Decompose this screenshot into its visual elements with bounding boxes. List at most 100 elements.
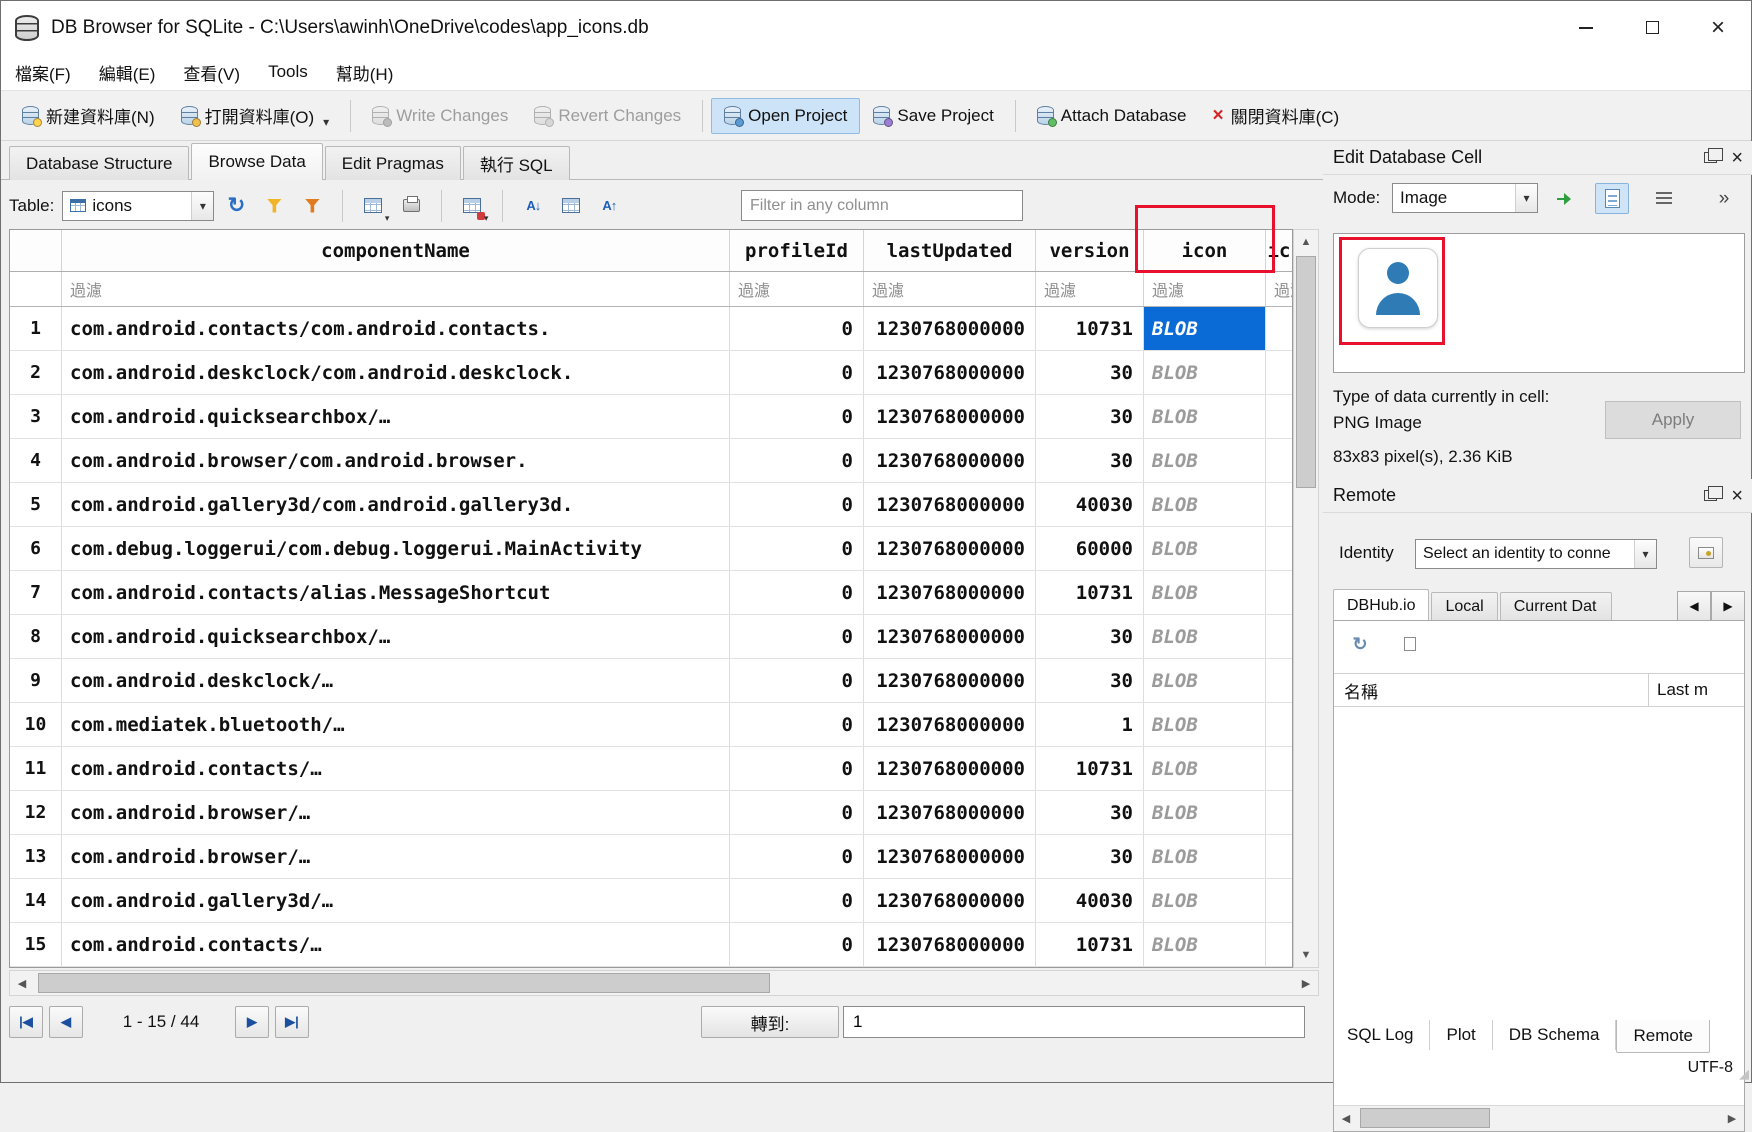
table-row[interactable]: 12com.android.browser/…0123076800000030B… bbox=[10, 791, 1292, 835]
cell-componentName[interactable]: com.debug.loggerui/com.debug.loggerui.Ma… bbox=[62, 527, 730, 570]
scroll-left-arrow[interactable]: ◀ bbox=[10, 971, 34, 995]
vertical-scrollbar-thumb[interactable] bbox=[1296, 256, 1316, 488]
cell-profileId[interactable]: 0 bbox=[730, 879, 864, 922]
filter-any-column-input[interactable] bbox=[741, 190, 1023, 221]
tab-plot[interactable]: Plot bbox=[1430, 1020, 1492, 1050]
cell-profileId[interactable]: 0 bbox=[730, 747, 864, 790]
cell-version[interactable]: 30 bbox=[1036, 395, 1144, 438]
float-panel-icon[interactable] bbox=[1704, 152, 1717, 163]
text-view-toggle-button[interactable] bbox=[1647, 183, 1681, 214]
tab-sql-log[interactable]: SQL Log bbox=[1331, 1020, 1430, 1050]
cell-version[interactable]: 10731 bbox=[1036, 307, 1144, 350]
table-row[interactable]: 11com.android.contacts/…0123076800000010… bbox=[10, 747, 1292, 791]
cell-icon[interactable]: BLOB bbox=[1144, 703, 1266, 746]
remote-clone-button[interactable] bbox=[1394, 629, 1426, 659]
row-number[interactable]: 10 bbox=[10, 703, 62, 746]
remote-scrollbar-thumb[interactable] bbox=[1360, 1108, 1490, 1128]
cell-componentName[interactable]: com.android.gallery3d/… bbox=[62, 879, 730, 922]
attach-database-button[interactable]: Attach Database bbox=[1024, 98, 1200, 134]
menu-edit[interactable]: 編輯(E) bbox=[85, 54, 170, 91]
cell-lastUpdated[interactable]: 1230768000000 bbox=[864, 615, 1036, 658]
sort-descending-button[interactable]: A↑ bbox=[593, 191, 625, 221]
cell-partial[interactable] bbox=[1266, 483, 1292, 526]
menu-tools[interactable]: Tools bbox=[254, 56, 322, 88]
cell-icon[interactable]: BLOB bbox=[1144, 527, 1266, 570]
tab-scroll-left-button[interactable]: ◀ bbox=[1677, 591, 1711, 621]
table-row[interactable]: 7com.android.contacts/alias.MessageShort… bbox=[10, 571, 1292, 615]
cell-profileId[interactable]: 0 bbox=[730, 835, 864, 878]
remote-column-last-modified[interactable]: Last m bbox=[1648, 674, 1744, 706]
row-number[interactable]: 1 bbox=[10, 307, 62, 350]
cell-version[interactable]: 40030 bbox=[1036, 483, 1144, 526]
table-row[interactable]: 4com.android.browser/com.android.browser… bbox=[10, 439, 1292, 483]
cell-icon[interactable]: BLOB bbox=[1144, 395, 1266, 438]
cell-componentName[interactable]: com.android.contacts/alias.MessageShortc… bbox=[62, 571, 730, 614]
cell-lastUpdated[interactable]: 1230768000000 bbox=[864, 791, 1036, 834]
minimize-button[interactable] bbox=[1553, 1, 1619, 54]
import-data-button[interactable] bbox=[1547, 183, 1581, 214]
cell-partial[interactable] bbox=[1266, 307, 1292, 350]
last-record-button[interactable]: ▶| bbox=[275, 1006, 309, 1038]
maximize-button[interactable] bbox=[1619, 1, 1685, 54]
cell-componentName[interactable]: com.mediatek.bluetooth/… bbox=[62, 703, 730, 746]
cell-version[interactable]: 30 bbox=[1036, 439, 1144, 482]
save-project-button[interactable]: Save Project bbox=[860, 98, 1006, 134]
column-header-profileId[interactable]: profileId bbox=[730, 230, 864, 271]
scroll-up-arrow[interactable]: ▲ bbox=[1294, 230, 1318, 254]
row-number[interactable]: 8 bbox=[10, 615, 62, 658]
tab-db-schema[interactable]: DB Schema bbox=[1493, 1020, 1617, 1050]
table-row[interactable]: 1com.android.contacts/com.android.contac… bbox=[10, 307, 1292, 351]
tab-current-database[interactable]: Current Dat bbox=[1500, 592, 1612, 621]
cell-partial[interactable] bbox=[1266, 615, 1292, 658]
manage-identities-button[interactable] bbox=[1689, 537, 1723, 568]
tab-dbhub[interactable]: DBHub.io bbox=[1333, 589, 1429, 621]
cell-icon[interactable]: BLOB bbox=[1144, 483, 1266, 526]
tab-browse-data[interactable]: Browse Data bbox=[191, 143, 322, 180]
cell-componentName[interactable]: com.android.contacts/com.android.contact… bbox=[62, 307, 730, 350]
close-panel-icon[interactable]: × bbox=[1731, 148, 1743, 168]
sort-ascending-button[interactable]: A↓ bbox=[517, 191, 549, 221]
table-row[interactable]: 5com.android.gallery3d/com.android.galle… bbox=[10, 483, 1292, 527]
cell-componentName[interactable]: com.android.deskclock/com.android.deskcl… bbox=[62, 351, 730, 394]
column-header-version[interactable]: version bbox=[1036, 230, 1144, 271]
tab-scroll-right-button[interactable]: ▶ bbox=[1711, 591, 1745, 621]
remote-refresh-button[interactable]: ↻ bbox=[1344, 629, 1376, 659]
cell-partial[interactable] bbox=[1266, 351, 1292, 394]
more-options-button[interactable]: » bbox=[1707, 183, 1741, 214]
select-columns-button[interactable] bbox=[555, 191, 587, 221]
cell-profileId[interactable]: 0 bbox=[730, 395, 864, 438]
cell-componentName[interactable]: com.android.quicksearchbox/… bbox=[62, 615, 730, 658]
cell-profileId[interactable]: 0 bbox=[730, 703, 864, 746]
row-number[interactable]: 3 bbox=[10, 395, 62, 438]
cell-componentName[interactable]: com.android.deskclock/… bbox=[62, 659, 730, 702]
write-changes-button[interactable]: Write Changes bbox=[359, 98, 521, 134]
cell-lastUpdated[interactable]: 1230768000000 bbox=[864, 835, 1036, 878]
encoding-status[interactable]: UTF-8 bbox=[1688, 1059, 1733, 1077]
cell-version[interactable]: 60000 bbox=[1036, 527, 1144, 570]
cell-icon[interactable]: BLOB bbox=[1144, 879, 1266, 922]
clear-all-filters-button[interactable] bbox=[258, 191, 290, 221]
cell-partial[interactable] bbox=[1266, 527, 1292, 570]
cell-profileId[interactable]: 0 bbox=[730, 527, 864, 570]
cell-version[interactable]: 10731 bbox=[1036, 923, 1144, 966]
new-database-button[interactable]: 新建資料庫(N) bbox=[9, 98, 168, 134]
scroll-right-arrow[interactable]: ▶ bbox=[1720, 1106, 1744, 1130]
cell-icon[interactable]: BLOB bbox=[1144, 571, 1266, 614]
cell-version[interactable]: 30 bbox=[1036, 791, 1144, 834]
cell-icon[interactable]: BLOB bbox=[1144, 439, 1266, 482]
cell-icon[interactable]: BLOB bbox=[1144, 307, 1266, 350]
tab-database-structure[interactable]: Database Structure bbox=[9, 146, 189, 180]
cell-lastUpdated[interactable]: 1230768000000 bbox=[864, 879, 1036, 922]
filter-input-lastUpdated[interactable]: 過濾 bbox=[864, 272, 1036, 306]
cell-partial[interactable] bbox=[1266, 923, 1292, 966]
row-number[interactable]: 2 bbox=[10, 351, 62, 394]
icon-column-header[interactable]: icon bbox=[1144, 230, 1266, 271]
cell-version[interactable]: 40030 bbox=[1036, 879, 1144, 922]
table-selector[interactable]: icons ▾ bbox=[62, 191, 214, 221]
cell-lastUpdated[interactable]: 1230768000000 bbox=[864, 483, 1036, 526]
cell-icon[interactable]: BLOB bbox=[1144, 835, 1266, 878]
row-number[interactable]: 15 bbox=[10, 923, 62, 966]
cell-version[interactable]: 30 bbox=[1036, 835, 1144, 878]
filter-input-componentName[interactable]: 過濾 bbox=[62, 272, 730, 306]
cell-partial[interactable] bbox=[1266, 571, 1292, 614]
